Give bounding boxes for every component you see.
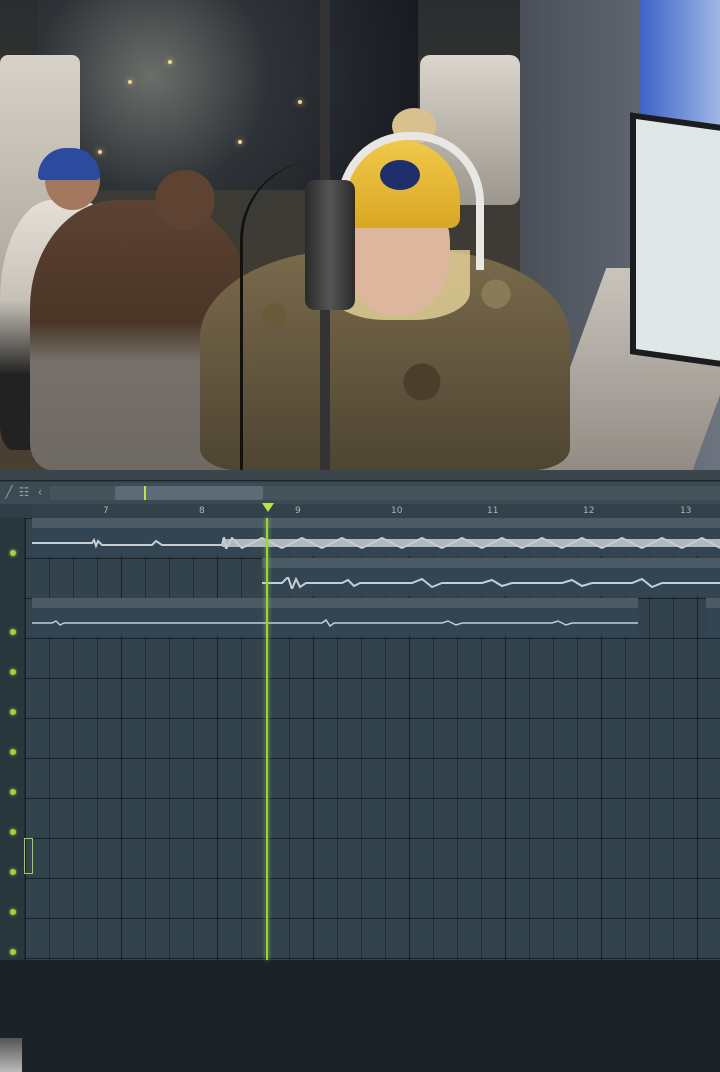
scroll-position-marker <box>144 486 146 500</box>
waveform <box>32 537 720 549</box>
audio-clip[interactable] <box>706 598 720 636</box>
daw-top-bar <box>0 470 720 481</box>
playhead-marker[interactable] <box>262 503 274 512</box>
webcam-video <box>0 0 720 470</box>
track-header-column <box>0 518 25 960</box>
monitor <box>630 112 720 370</box>
timeline-ruler[interactable] <box>32 504 720 519</box>
track-thumbnail <box>0 1038 22 1072</box>
track-mute-led[interactable] <box>10 709 16 715</box>
track-mute-led[interactable] <box>10 669 16 675</box>
audio-clip[interactable]: ▸ TUCA T QUIERO_2025-08-07 22-09-26_Inse… <box>262 558 720 596</box>
track-mute-led[interactable] <box>10 789 16 795</box>
ruler-label: 13 <box>680 506 692 516</box>
ruler-label: 10 <box>391 506 403 516</box>
scrollbar-thumb[interactable] <box>115 486 263 500</box>
track-mute-led[interactable] <box>10 550 16 556</box>
snap-icon[interactable]: ╱ <box>2 485 16 499</box>
ruler-label: 7 <box>103 506 109 516</box>
scroll-left-icon[interactable]: ‹ <box>33 485 47 499</box>
audio-clip[interactable]: ▸ dreamy 144bpm @lyn <box>32 518 720 556</box>
microphone <box>305 180 355 310</box>
ruler-label: 11 <box>487 506 499 516</box>
waveform <box>262 577 720 589</box>
piano-icon[interactable]: ☷ <box>17 485 31 499</box>
audio-clip[interactable]: ▸ TUCA T QUIERO_2025-08-07 22-10-05_Inse… <box>32 598 638 636</box>
track-mute-led[interactable] <box>10 749 16 755</box>
track-mute-led[interactable] <box>10 909 16 915</box>
play-triangle-icon: ▸ <box>35 518 42 528</box>
play-triangle-icon: ▸ <box>35 598 42 608</box>
clip-title: ▸ dreamy 144bpm @lyn <box>35 518 137 528</box>
clip-title: ▸ TUCA T QUIERO_2025-08-07 22-09-26_Inse… <box>265 558 471 568</box>
selection-indicator <box>24 838 33 874</box>
ruler-label: 12 <box>583 506 595 516</box>
daw-playlist: ╱ ☷ ‹ 7 8 9 10 11 12 13 ▸ dreamy 144bpm … <box>0 470 720 1072</box>
ruler-label: 9 <box>295 506 301 516</box>
clip-title: ▸ TUCA T QUIERO_2025-08-07 22-10-05_Inse… <box>35 598 241 608</box>
ruler-label: 8 <box>199 506 205 516</box>
track-mute-led[interactable] <box>10 869 16 875</box>
track-mute-led[interactable] <box>10 949 16 955</box>
track-mute-led[interactable] <box>10 829 16 835</box>
waveform <box>32 618 638 628</box>
track-mute-led[interactable] <box>10 629 16 635</box>
playhead-line <box>266 518 268 960</box>
